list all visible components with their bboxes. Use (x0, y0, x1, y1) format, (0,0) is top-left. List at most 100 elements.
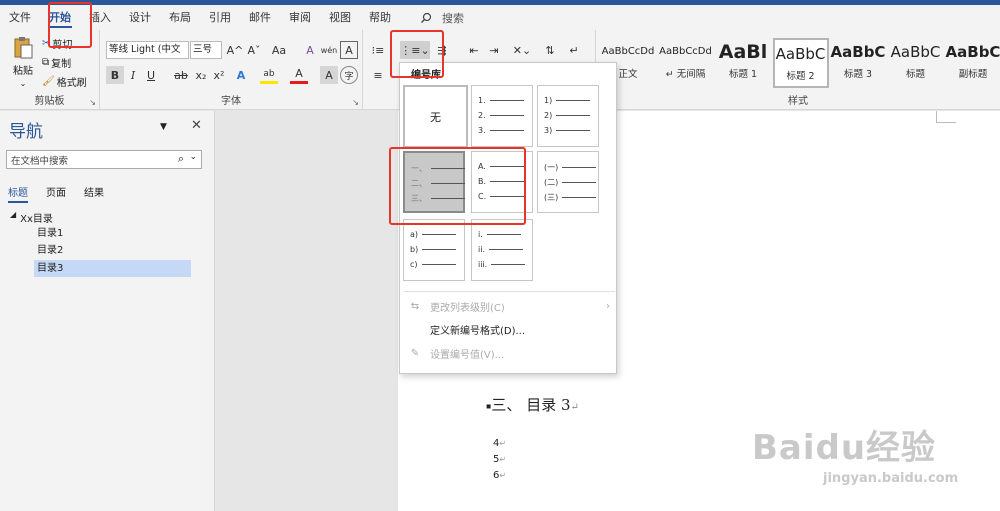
dialog-launcher-icon[interactable]: ↘ (89, 98, 96, 107)
show-marks-icon[interactable]: ↵ (565, 41, 583, 59)
nav-tab-headings[interactable]: 标题 (8, 184, 28, 203)
document-line: 4↵ (493, 438, 507, 449)
numbering-line: 三、 (411, 193, 465, 204)
bullets-icon[interactable]: ⁝≡ (369, 41, 387, 59)
style-preview: AaBbC (890, 43, 941, 61)
tab-home[interactable]: 开始 (40, 5, 80, 30)
set-numbering-value-item[interactable]: ✎ 设置编号值(V)... (400, 342, 618, 364)
nav-tree-item[interactable]: 目录2 (34, 243, 184, 259)
numbering-option-none[interactable]: 无 (403, 85, 468, 148)
asian-layout-icon[interactable]: ✕⌄ (508, 41, 536, 59)
tab-insert[interactable]: 插入 (80, 5, 120, 30)
chevron-down-icon[interactable]: ⌄ (189, 152, 197, 162)
close-icon[interactable]: ✕ (191, 118, 202, 133)
tab-file[interactable]: 文件 (0, 5, 40, 30)
tab-references[interactable]: 引用 (200, 5, 240, 30)
multilevel-list-icon[interactable]: ⇶ (433, 41, 451, 59)
numbering-button[interactable]: ⋮≡⌄ (400, 41, 430, 59)
collapse-triangle-icon[interactable]: ◢ (10, 210, 16, 225)
style-item[interactable]: AaBbC 标题 2 (772, 38, 829, 88)
divider (403, 291, 615, 292)
numbering-line: b) (410, 245, 457, 254)
numbering-option-arabic-paren[interactable]: 1) 2) 3) (537, 85, 599, 147)
dialog-launcher-icon[interactable]: ↘ (352, 98, 359, 107)
numbering-option-chinese-paren[interactable]: (一) (二) (三) (537, 151, 599, 213)
nav-tab-results[interactable]: 结果 (84, 184, 104, 203)
tab-view[interactable]: 视图 (320, 5, 360, 30)
style-item[interactable]: AaBbC 标题 (888, 38, 944, 88)
font-name-select[interactable]: 等线 Light (中文 (106, 41, 189, 59)
change-case-button[interactable]: Aa (267, 41, 291, 59)
numbering-option-chinese-comma[interactable]: 一、 二、 三、 (403, 151, 465, 213)
numbering-option-roman[interactable]: i. ii. iii. (471, 219, 533, 281)
document-heading[interactable]: ▪三、 目录 3↵ (486, 394, 579, 415)
strikethrough-button[interactable]: ab (172, 66, 190, 84)
document-line: 6↵ (493, 470, 507, 481)
underline-button[interactable]: U (142, 66, 160, 84)
numbering-line: 2) (544, 111, 591, 120)
define-new-number-format-item[interactable]: 定义新编号格式(D)... (400, 318, 618, 340)
text-effects-button[interactable]: A (232, 66, 250, 84)
decrease-indent-icon[interactable]: ⇤ (465, 41, 483, 59)
search-icon[interactable]: ⌕ (178, 152, 184, 166)
style-item[interactable]: AaBl 标题 1 (715, 38, 771, 88)
copy-button[interactable]: ⧉ 复制 (42, 55, 71, 70)
none-label: 无 (430, 110, 441, 124)
nav-options-icon[interactable]: ▼ (160, 122, 167, 132)
tab-review[interactable]: 审阅 (280, 5, 320, 30)
numbering-line: 3) (544, 126, 591, 135)
chevron-right-icon: › (606, 300, 610, 312)
nav-search-placeholder: 在文档中搜索 (11, 156, 69, 167)
paste-label: 粘贴 (13, 66, 33, 77)
tab-mailings[interactable]: 邮件 (240, 5, 280, 30)
enclose-characters-button[interactable]: 字 (340, 66, 358, 84)
grow-font-button[interactable]: A^ (226, 41, 244, 59)
numbering-library-title: 编号库 (411, 70, 441, 81)
paste-button[interactable]: 粘贴 ⌄ (8, 36, 38, 88)
numbering-option-lower-alpha[interactable]: a) b) c) (403, 219, 465, 281)
tab-help[interactable]: 帮助 (360, 5, 400, 30)
clear-formatting-button[interactable]: A (301, 41, 319, 59)
menu-label: 设置编号值(V)... (430, 349, 505, 361)
cut-button[interactable]: ✂ 剪切 (42, 36, 72, 51)
tab-layout[interactable]: 布局 (160, 5, 200, 30)
numbering-line: a) (410, 230, 457, 239)
phonetic-guide-button[interactable]: wén (320, 41, 338, 59)
style-item[interactable]: AaBbC 副标题 (945, 38, 1000, 88)
style-name: 标题 3 (843, 69, 873, 80)
nav-tab-pages[interactable]: 页面 (46, 184, 66, 203)
superscript-button[interactable]: x² (210, 66, 228, 84)
font-color-button[interactable]: A (290, 66, 308, 84)
document-body[interactable]: 4↵ 5↵ 6↵ (493, 436, 506, 484)
nav-tabs: 标题 页面 结果 (8, 184, 104, 203)
align-left-icon[interactable]: ≡ (369, 66, 387, 84)
menu-label: 定义新编号格式(D)... (430, 325, 526, 337)
sort-icon[interactable]: ⇅ (541, 41, 559, 59)
italic-button[interactable]: I (124, 66, 142, 84)
format-painter-button[interactable]: 🖌 格式刷 (42, 74, 87, 89)
styles-group: AaBbCcDd 正文 AaBbCcDd ↵ 无间隔 AaBl 标题 1 AaBbC 标题 2… (596, 30, 1000, 110)
bold-button[interactable]: B (106, 66, 124, 84)
shrink-font-button[interactable]: Aˇ (245, 41, 263, 59)
style-preview: AaBbCcDd (659, 46, 712, 57)
nav-tree-root[interactable]: ◢ Xx目录 (10, 210, 53, 225)
subscript-button[interactable]: x₂ (192, 66, 210, 84)
style-preview: AaBbC (775, 45, 826, 63)
increase-indent-icon[interactable]: ⇥ (485, 41, 503, 59)
numbering-option-upper-alpha[interactable]: A. B. C. (471, 151, 533, 213)
nav-search-input[interactable]: 在文档中搜索 ⌕ ⌄ (6, 150, 202, 169)
font-group: 等线 Light (中文 三号 A^ Aˇ Aa A wén A B I U a… (100, 30, 363, 110)
style-item[interactable]: AaBbC 标题 3 (830, 38, 886, 88)
numbering-option-arabic-dot[interactable]: 1. 2. 3. (471, 85, 533, 147)
highlight-button[interactable]: ab (260, 66, 278, 84)
character-border-button[interactable]: A (340, 41, 358, 59)
tell-me-search[interactable]: 搜索 (420, 10, 464, 26)
navigation-pane: 导航 ▼ ✕ 在文档中搜索 ⌕ ⌄ 标题 页面 结果 ◢ Xx目录 目录1 目录… (0, 111, 215, 511)
tab-design[interactable]: 设计 (120, 5, 160, 30)
change-list-level-item[interactable]: ⇆ 更改列表级别(C) › (400, 295, 618, 317)
nav-tree-item[interactable]: 目录1 (34, 226, 184, 242)
font-size-select[interactable]: 三号 (190, 41, 222, 59)
nav-tree-item-selected[interactable]: 目录3 (34, 260, 191, 277)
character-shading-button[interactable]: A (320, 66, 338, 84)
style-item[interactable]: AaBbCcDd ↵ 无间隔 (658, 38, 714, 88)
